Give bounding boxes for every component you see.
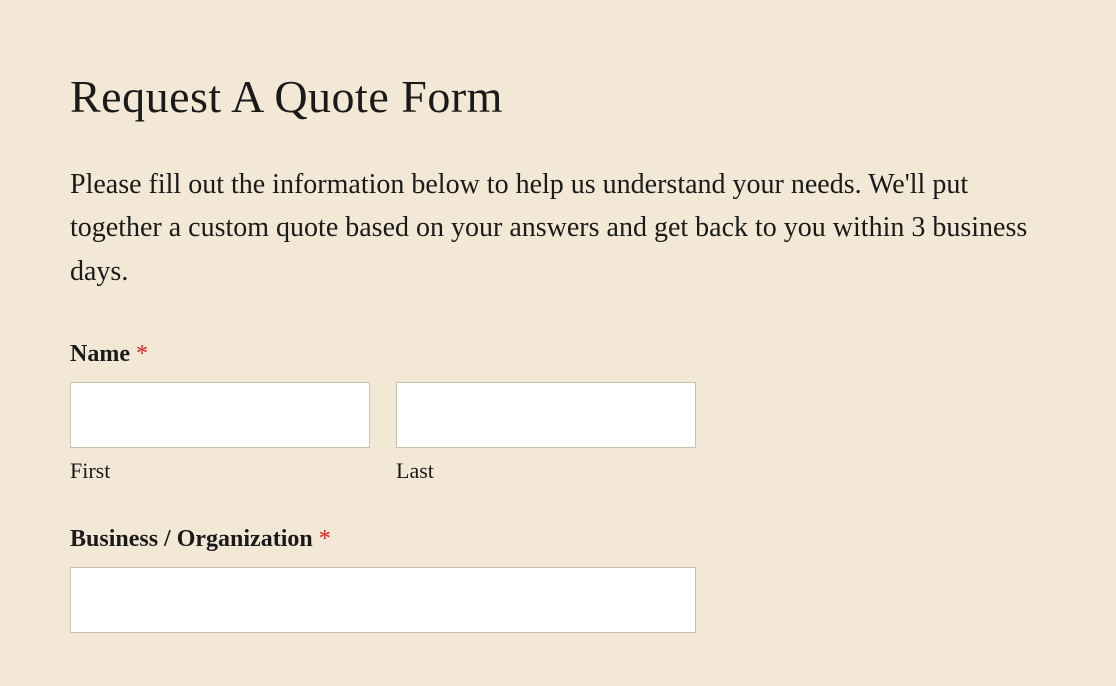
organization-input[interactable] (70, 567, 696, 633)
form-description: Please fill out the information below to… (70, 163, 1046, 293)
organization-label-text: Business / Organization (70, 526, 319, 552)
required-indicator: * (319, 526, 331, 552)
last-name-input[interactable] (396, 382, 696, 448)
last-name-column: Last (396, 382, 696, 484)
first-name-input[interactable] (70, 382, 370, 448)
form-title: Request A Quote Form (70, 70, 1046, 123)
organization-label: Business / Organization * (70, 526, 1046, 553)
name-field-group: Name * First Last (70, 341, 1046, 484)
name-row: First Last (70, 382, 1046, 484)
last-name-sublabel: Last (396, 458, 696, 484)
name-label: Name * (70, 341, 1046, 368)
first-name-sublabel: First (70, 458, 370, 484)
name-label-text: Name (70, 341, 136, 367)
organization-field-group: Business / Organization * (70, 526, 1046, 633)
first-name-column: First (70, 382, 370, 484)
required-indicator: * (136, 341, 148, 367)
